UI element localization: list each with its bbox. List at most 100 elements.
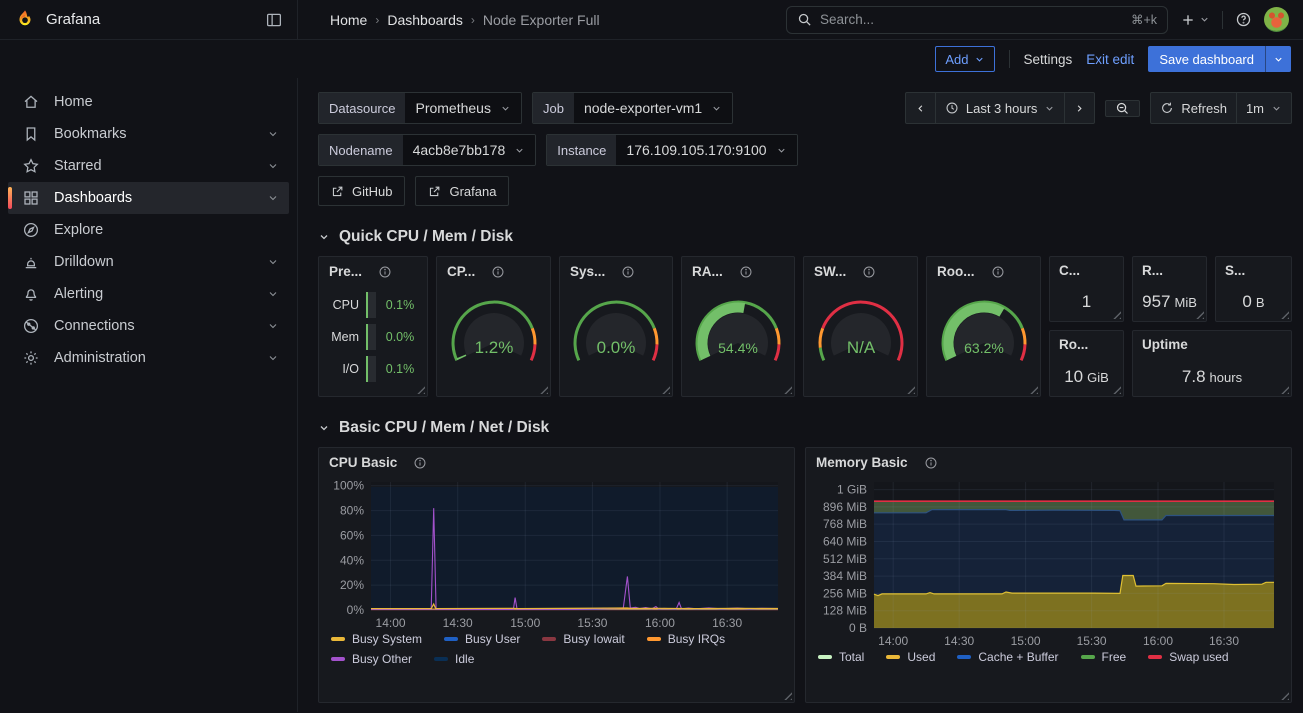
legend-item-free[interactable]: Free	[1081, 650, 1127, 664]
grafana-logo-icon[interactable]	[14, 9, 36, 31]
panel-resize-handle[interactable]	[783, 691, 792, 700]
chevron-down-icon[interactable]	[267, 192, 279, 204]
zoom-out-time-button[interactable]	[1105, 100, 1140, 117]
pressure-panel-header[interactable]: Pre...	[319, 257, 427, 283]
gauge-panel-header[interactable]: SW...	[804, 257, 917, 283]
github-link-button[interactable]: GitHub	[318, 176, 405, 206]
cpu-basic-plot[interactable]: 0%20%40%60%80%100%14:0014:3015:0015:3016…	[325, 476, 782, 630]
sidebar-item-home[interactable]: Home	[8, 86, 289, 118]
stat-panel-header[interactable]: Uptime	[1133, 331, 1291, 352]
help-icon[interactable]	[1235, 11, 1252, 28]
time-shift-forward-button[interactable]	[1065, 92, 1095, 124]
panel-title: S...	[1225, 263, 1245, 278]
panel-resize-handle[interactable]	[783, 385, 792, 394]
sidebar-item-starred[interactable]: Starred	[8, 150, 289, 182]
panel-title: SW...	[814, 264, 846, 279]
refresh-group: Refresh 1m	[1150, 92, 1292, 124]
chevron-down-icon	[514, 145, 525, 156]
sidebar-item-administration[interactable]: Administration	[8, 342, 289, 374]
memory-basic-plot[interactable]: 0 B128 MiB256 MiB384 MiB512 MiB640 MiB76…	[812, 476, 1278, 648]
legend-item-cache-buffer[interactable]: Cache + Buffer	[957, 650, 1058, 664]
breadcrumb-item[interactable]: Dashboards	[387, 12, 463, 28]
pressure-row-value: 0.0%	[383, 330, 417, 344]
gauge: 1.2%	[437, 283, 550, 383]
panel-resize-handle[interactable]	[416, 385, 425, 394]
panel-resize-handle[interactable]	[1029, 385, 1038, 394]
sidebar-item-explore[interactable]: Explore	[8, 214, 289, 246]
grafana-link-button[interactable]: Grafana	[415, 176, 509, 206]
panel-resize-handle[interactable]	[661, 385, 670, 394]
info-icon[interactable]	[991, 265, 1005, 279]
chevron-down-icon[interactable]	[267, 288, 279, 300]
nodename-variable[interactable]: Nodename 4acb8e7bb178	[318, 134, 536, 166]
sidebar-item-dashboards[interactable]: Dashboards	[8, 182, 289, 214]
legend-item-total[interactable]: Total	[818, 650, 864, 664]
exit-edit-button[interactable]: Exit edit	[1086, 52, 1134, 67]
svg-text:1 GiB: 1 GiB	[837, 483, 867, 497]
cpu-basic-panel-header[interactable]: CPU Basic	[319, 448, 794, 474]
time-shift-back-button[interactable]	[905, 92, 936, 124]
stat-panel-header[interactable]: R...	[1133, 257, 1206, 278]
info-icon[interactable]	[378, 265, 392, 279]
save-options-caret[interactable]	[1265, 46, 1291, 72]
chevron-down-icon[interactable]	[267, 320, 279, 332]
search-input[interactable]: Search... ⌘+k	[786, 6, 1168, 34]
breadcrumb-item[interactable]: Home	[330, 12, 367, 28]
sidebar-item-alerting[interactable]: Alerting	[8, 278, 289, 310]
stat-panel-header[interactable]: S...	[1216, 257, 1291, 278]
add-button[interactable]: Add	[935, 46, 994, 72]
legend-item-busy-user[interactable]: Busy User	[444, 632, 520, 646]
datasource-variable[interactable]: Datasource Prometheus	[318, 92, 522, 124]
info-icon[interactable]	[739, 265, 753, 279]
time-range-picker[interactable]: Last 3 hours	[936, 92, 1066, 124]
legend-swatch	[647, 637, 661, 641]
legend-item-busy-other[interactable]: Busy Other	[331, 652, 412, 666]
bookmark-icon	[22, 125, 40, 143]
legend-item-busy-system[interactable]: Busy System	[331, 632, 422, 646]
gauge-panel-header[interactable]: RA...	[682, 257, 794, 283]
info-icon[interactable]	[862, 265, 876, 279]
edit-toolbar: Add Settings Exit edit Save dashboard	[0, 40, 1303, 78]
sidebar-item-connections[interactable]: Connections	[8, 310, 289, 342]
legend-item-busy-irqs[interactable]: Busy IRQs	[647, 632, 725, 646]
sidebar-toggle-icon[interactable]	[265, 11, 283, 29]
sidebar-item-bookmarks[interactable]: Bookmarks	[8, 118, 289, 150]
save-dashboard-button[interactable]: Save dashboard	[1148, 46, 1291, 72]
legend-item-used[interactable]: Used	[886, 650, 935, 664]
gauge-panel-header[interactable]: Sys...	[560, 257, 672, 283]
time-picker-group: Last 3 hours	[905, 92, 1096, 124]
chevron-down-icon[interactable]	[267, 128, 279, 140]
info-icon[interactable]	[924, 456, 938, 470]
stat-panel-header[interactable]: Ro...	[1050, 331, 1123, 352]
section-basic-cpu-mem-net-disk[interactable]: Basic CPU / Mem / Net / Disk	[318, 419, 1292, 437]
chevron-down-icon[interactable]	[267, 256, 279, 268]
chevron-down-icon[interactable]	[267, 352, 279, 364]
legend-label: Busy IRQs	[668, 632, 725, 646]
gauge-panel-header[interactable]: CP...	[437, 257, 550, 283]
legend-item-idle[interactable]: Idle	[434, 652, 474, 666]
sidebar-item-drilldown[interactable]: Drilldown	[8, 246, 289, 278]
instance-variable[interactable]: Instance 176.109.105.170:9100	[546, 134, 797, 166]
memory-basic-panel-header[interactable]: Memory Basic	[806, 448, 1291, 474]
panel-title: R...	[1142, 263, 1163, 278]
section-quick-cpu-mem-disk[interactable]: Quick CPU / Mem / Disk	[318, 228, 1292, 246]
job-variable[interactable]: Job node-exporter-vm1	[532, 92, 733, 124]
panel-resize-handle[interactable]	[1280, 691, 1289, 700]
refresh-button[interactable]: Refresh	[1150, 92, 1237, 124]
new-menu-button[interactable]	[1180, 12, 1210, 28]
compass-icon	[22, 221, 40, 239]
stat-panel-header[interactable]: C...	[1050, 257, 1123, 278]
gauge-panel-header[interactable]: Roo...	[927, 257, 1040, 283]
panel-resize-handle[interactable]	[906, 385, 915, 394]
panel-resize-handle[interactable]	[539, 385, 548, 394]
stat-value: 0B	[1220, 292, 1287, 312]
info-icon[interactable]	[621, 265, 635, 279]
settings-button[interactable]: Settings	[1024, 52, 1073, 67]
info-icon[interactable]	[413, 456, 427, 470]
info-icon[interactable]	[491, 265, 505, 279]
legend-item-busy-iowait[interactable]: Busy Iowait	[542, 632, 624, 646]
chevron-down-icon[interactable]	[267, 160, 279, 172]
avatar[interactable]	[1264, 7, 1289, 32]
legend-item-swap-used[interactable]: Swap used	[1148, 650, 1228, 664]
refresh-interval-picker[interactable]: 1m	[1237, 92, 1292, 124]
